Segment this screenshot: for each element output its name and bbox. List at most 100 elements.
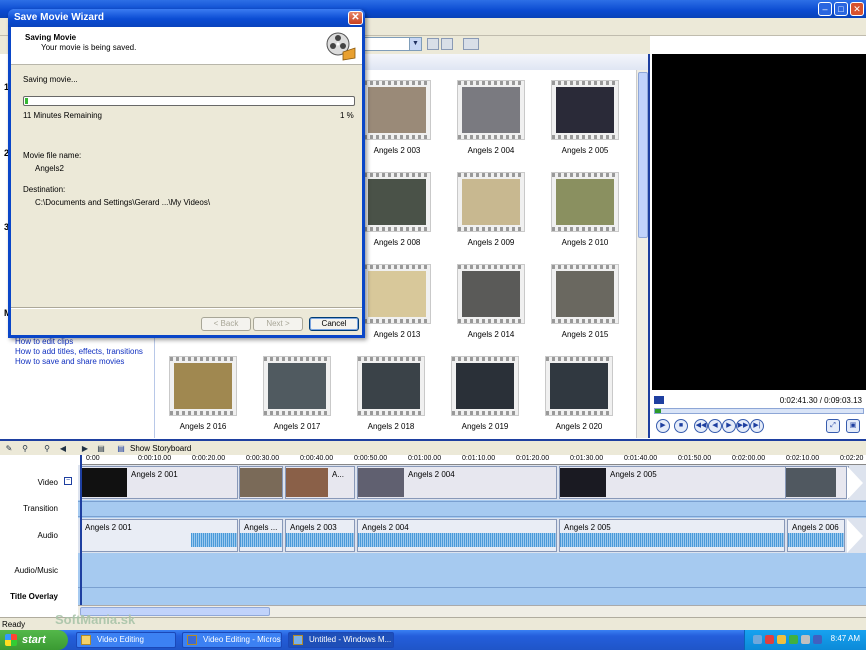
clip-thumbnail[interactable] — [363, 264, 431, 324]
timeline-tracks: Angels 2 001 A... Angels 2 004 Angels 2 005… — [78, 465, 866, 605]
link-add-titles[interactable]: How to add titles, effects, transitions — [15, 347, 143, 356]
clip-label: Angels ... — [244, 523, 278, 532]
ruler-tick-label: 0:00 — [86, 455, 100, 462]
end-button[interactable]: ▶| — [750, 419, 764, 433]
rewind-timeline-icon[interactable]: ▶ — [80, 444, 90, 454]
film-perforation — [358, 411, 424, 415]
timeline-video-clip[interactable]: Angels 2 004 — [357, 466, 557, 499]
clip-thumbnail[interactable] — [357, 356, 425, 416]
audio-waveform — [560, 533, 784, 547]
film-perforation — [458, 173, 524, 177]
film-perforation — [458, 265, 524, 269]
taskbar-button-movie-maker[interactable]: Untitled - Windows M... — [288, 632, 394, 648]
timeline-audio-clip[interactable]: Angels 2 006 — [787, 519, 845, 552]
collapse-icon[interactable]: − — [64, 477, 72, 485]
rewind-button[interactable]: ◀◀ — [694, 419, 708, 433]
clip-thumbnail[interactable] — [457, 264, 525, 324]
clip-frame — [368, 179, 426, 225]
timeline-audio-clip[interactable]: Angels ... — [239, 519, 283, 552]
fast-forward-button[interactable]: ▶▶ — [736, 419, 750, 433]
split-clip-icon[interactable] — [654, 396, 664, 404]
dialog-header: Saving Movie Your movie is being saved. — [11, 27, 362, 65]
timeline-video-clip[interactable]: Angels 2 001 — [80, 466, 238, 499]
back-button[interactable]: < Back — [201, 317, 251, 331]
taskbar-button-video-editing-folder[interactable]: Video Editing — [76, 632, 176, 648]
timeline-scrollbar[interactable] — [78, 605, 866, 617]
storyboard-icon[interactable]: ▤ — [116, 444, 126, 454]
clip-thumbnail[interactable] — [545, 356, 613, 416]
timeline-audio-clip[interactable]: Angels 2 001 — [80, 519, 238, 552]
clip-thumbnail[interactable] — [551, 264, 619, 324]
tray-icon[interactable] — [813, 635, 822, 644]
film-perforation — [546, 357, 612, 361]
track-end-arrow-icon[interactable] — [847, 519, 863, 553]
clip-thumbnail[interactable] — [169, 356, 237, 416]
timeline-audio-clip[interactable]: Angels 2 003 — [285, 519, 355, 552]
progress-percent: 1 % — [340, 111, 354, 120]
up-level-icon[interactable] — [427, 38, 439, 50]
timeline-video-clip[interactable] — [785, 466, 847, 499]
ruler-tick-label: 0:00:10.00 — [138, 455, 172, 462]
antivirus-icon[interactable] — [789, 635, 798, 644]
snapshot-button[interactable]: ▣ — [846, 419, 860, 433]
scrollbar-thumb[interactable] — [638, 72, 648, 238]
volume-icon[interactable] — [777, 635, 786, 644]
clip-label: Angels 2 017 — [273, 422, 321, 431]
next-button[interactable]: Next > — [253, 317, 303, 331]
collection-scrollbar[interactable] — [636, 70, 648, 438]
taskbar-button-video-editing-word[interactable]: Video Editing - Micros... — [182, 632, 282, 648]
clip-frame — [362, 363, 420, 409]
film-reel-icon — [326, 32, 356, 61]
maximize-button[interactable]: □ — [834, 2, 848, 16]
clip-thumbnail[interactable] — [451, 356, 519, 416]
close-button[interactable]: ✕ — [850, 2, 864, 16]
start-button[interactable]: start — [0, 630, 68, 650]
playhead[interactable] — [80, 455, 82, 607]
zoom-in-icon[interactable]: ⚲ — [42, 444, 52, 454]
timeline-audio-clip[interactable]: Angels 2 005 — [559, 519, 785, 552]
audio-waveform — [191, 533, 237, 547]
view-options-icon[interactable] — [463, 38, 479, 50]
taskbar-button-label: Untitled - Windows M... — [309, 635, 392, 644]
dialog-close-button[interactable]: ✕ — [348, 11, 363, 25]
tray-icon[interactable] — [801, 635, 810, 644]
full-screen-button[interactable]: ⤢ — [826, 419, 840, 433]
link-edit-clips[interactable]: How to edit clips — [15, 337, 73, 346]
track-end-arrow-icon[interactable] — [847, 466, 863, 500]
clip-thumbnail[interactable] — [263, 356, 331, 416]
play-timeline-icon[interactable]: ▤ — [96, 444, 106, 454]
clip-thumbnail[interactable] — [551, 80, 619, 140]
clip-thumbnail[interactable] — [457, 172, 525, 232]
ruler-tick-label: 0:00:50.00 — [354, 455, 388, 462]
previous-frame-button[interactable]: ◀ — [708, 419, 722, 433]
show-storyboard-button[interactable]: Show Storyboard — [130, 444, 191, 453]
stop-button[interactable]: ■ — [674, 419, 688, 433]
next-frame-button[interactable]: ▶ — [722, 419, 736, 433]
cancel-button[interactable]: Cancel — [309, 317, 359, 331]
timeline-video-clip[interactable] — [239, 466, 283, 499]
clip-thumbnail[interactable] — [363, 80, 431, 140]
clip-frame — [560, 468, 606, 497]
clip-label: Angels 2 003 — [373, 146, 421, 155]
clip-thumbnail[interactable] — [363, 172, 431, 232]
film-perforation — [364, 135, 430, 139]
clip-thumbnail[interactable] — [457, 80, 525, 140]
audio-levels-icon[interactable]: ⚲ — [20, 444, 30, 454]
file-name-label: Movie file name: — [23, 151, 82, 160]
network-icon[interactable] — [753, 635, 762, 644]
film-perforation — [458, 227, 524, 231]
link-save-share[interactable]: How to save and share movies — [15, 357, 124, 366]
new-folder-icon[interactable] — [441, 38, 453, 50]
minimize-button[interactable]: – — [818, 2, 832, 16]
timeline-audio-clip[interactable]: Angels 2 004 — [357, 519, 557, 552]
clip-frame — [556, 87, 614, 133]
narrate-icon[interactable]: ✎ — [4, 444, 14, 454]
timeline-video-clip[interactable]: A... — [285, 466, 355, 499]
zoom-out-icon[interactable]: ◀ — [58, 444, 68, 454]
play-button[interactable]: ▶ — [656, 419, 670, 433]
clip-thumbnail[interactable] — [551, 172, 619, 232]
chevron-down-icon[interactable]: ▼ — [409, 38, 421, 50]
seek-bar[interactable] — [654, 408, 864, 414]
timeline-ruler[interactable]: 0:00 0:00:10.00 0:00:20.00 0:00:30.00 0:00:4… — [80, 455, 866, 465]
security-icon[interactable] — [765, 635, 774, 644]
